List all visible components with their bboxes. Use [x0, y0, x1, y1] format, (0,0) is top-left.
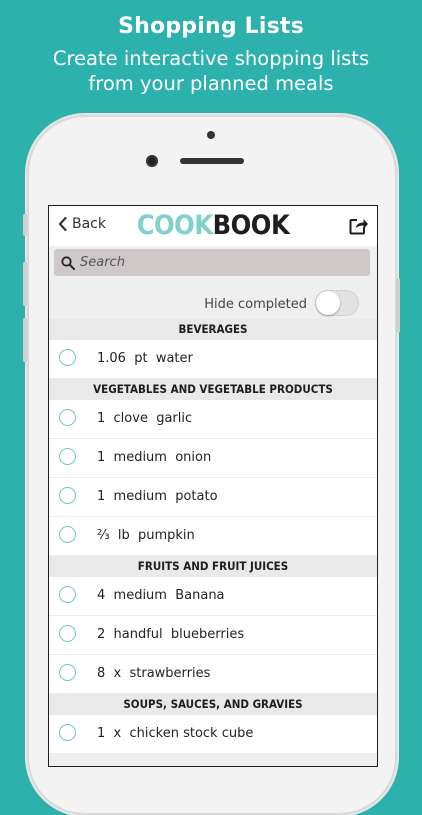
checkbox-circle-icon[interactable]	[59, 409, 76, 426]
list-item[interactable]: 1 medium onion	[49, 439, 377, 478]
item-text: 1 clove garlic	[97, 411, 193, 426]
section-header: BEVERAGES	[49, 319, 377, 340]
logo-cook: COOK	[136, 210, 213, 241]
app-screen: Back COOKBOOK Hide completed BEVERAGES 1.…	[48, 205, 378, 767]
section-header: SOUPS, SAUCES, AND GRAVIES	[49, 694, 377, 715]
list-item[interactable]: 8 x strawberries	[49, 655, 377, 694]
search-icon	[61, 255, 75, 270]
checkbox-circle-icon[interactable]	[59, 586, 76, 603]
phone-speaker	[180, 158, 244, 164]
section-header: VEGETABLES AND VEGETABLE PRODUCTS	[49, 379, 377, 400]
promo-title: Shopping Lists	[118, 14, 304, 39]
checkbox-circle-icon[interactable]	[59, 448, 76, 465]
promo-subtitle-line-2: from your planned meals	[88, 72, 334, 95]
list-item[interactable]: 1.06 pt water	[49, 340, 377, 379]
item-text: ⅔ lb pumpkin	[97, 528, 195, 543]
share-icon	[349, 219, 368, 235]
checkbox-circle-icon[interactable]	[59, 487, 76, 504]
list-item[interactable]: 1 x chicken stock cube	[49, 715, 377, 754]
navigation-bar: Back COOKBOOK	[49, 206, 377, 246]
logo-book: BOOK	[212, 210, 290, 241]
shopping-list: BEVERAGES 1.06 pt water VEGETABLES AND VEG…	[49, 319, 377, 754]
checkbox-circle-icon[interactable]	[59, 526, 76, 543]
item-text: 1 medium potato	[97, 489, 218, 504]
list-item[interactable]: ⅔ lb pumpkin	[49, 517, 377, 556]
search-bar[interactable]	[54, 249, 370, 276]
hide-completed-toggle[interactable]	[315, 290, 359, 316]
search-area: Hide completed	[49, 246, 377, 318]
promo-subtitle-line-1: Create interactive shopping lists	[52, 47, 370, 70]
list-item[interactable]: 1 clove garlic	[49, 400, 377, 439]
phone-mute-switch	[23, 214, 27, 236]
phone-sensor	[207, 131, 215, 139]
phone-volume-up	[23, 262, 27, 306]
item-text: 1.06 pt water	[97, 351, 193, 366]
toggle-knob	[316, 291, 340, 315]
phone-volume-down	[23, 318, 27, 362]
checkbox-circle-icon[interactable]	[59, 724, 76, 741]
list-item[interactable]: 4 medium Banana	[49, 577, 377, 616]
checkbox-circle-icon[interactable]	[59, 625, 76, 642]
hide-completed-label: Hide completed	[204, 297, 307, 312]
item-text: 1 medium onion	[97, 450, 212, 465]
promo-subtitle: Create interactive shopping lists from y…	[0, 46, 422, 96]
search-input[interactable]	[80, 255, 340, 270]
section-header: FRUITS AND FRUIT JUICES	[49, 556, 377, 577]
item-text: 2 handful blueberries	[97, 627, 245, 642]
checkbox-circle-icon[interactable]	[59, 349, 76, 366]
phone-camera	[146, 155, 158, 167]
checkbox-circle-icon[interactable]	[59, 664, 76, 681]
item-text: 4 medium Banana	[97, 588, 225, 603]
share-button[interactable]	[349, 216, 369, 239]
item-text: 8 x strawberries	[97, 666, 211, 681]
item-text: 1 x chicken stock cube	[97, 726, 254, 741]
list-item[interactable]: 2 handful blueberries	[49, 616, 377, 655]
app-logo: COOKBOOK	[49, 210, 377, 241]
list-item[interactable]: 1 medium potato	[49, 478, 377, 517]
phone-power-button	[396, 278, 400, 333]
